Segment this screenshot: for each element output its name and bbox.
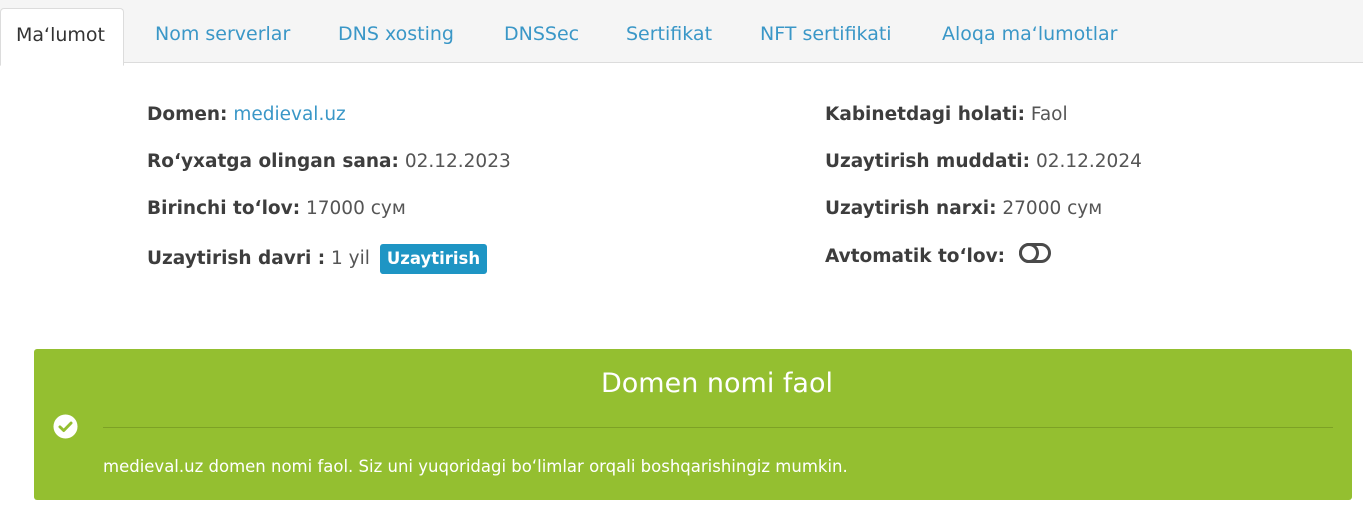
status-value: Faol <box>1030 104 1068 125</box>
renew-term-row: Uzaytirish muddati: 02.12.2024 <box>825 150 1142 174</box>
domain-label: Domen: <box>147 104 228 125</box>
first-payment-value: 17000 сум <box>305 198 406 219</box>
tab-nom-serverlar[interactable]: Nom serverlar <box>155 0 290 63</box>
tab-malumot[interactable]: Maʻlumot <box>0 8 124 66</box>
first-payment-label: Birinchi toʻlov: <box>147 198 301 219</box>
renew-price-row: Uzaytirish narxi: 27000 сум <box>825 197 1102 221</box>
tab-bar: Maʻlumot Nom serverlar DNS xosting DNSSe… <box>0 0 1363 66</box>
first-payment-row: Birinchi toʻlov: 17000 сум <box>147 197 406 221</box>
tab-aloqa-malumotlar[interactable]: Aloqa maʻlumotlar <box>942 0 1117 63</box>
alert-divider <box>103 427 1333 428</box>
domain-row: Domen: medieval.uz <box>147 103 346 127</box>
registered-date-label: Roʻyxatga olingan sana: <box>147 151 399 172</box>
status-label: Kabinetdagi holati: <box>825 104 1026 125</box>
tab-dns-xosting[interactable]: DNS xosting <box>338 0 454 63</box>
status-row: Kabinetdagi holati: Faol <box>825 103 1068 127</box>
tab-nft-sertifikati[interactable]: NFT sertifikati <box>760 0 892 63</box>
renew-term-value: 02.12.2024 <box>1035 151 1142 172</box>
tab-sertifikat[interactable]: Sertifikat <box>626 0 712 63</box>
renew-period-value: 1 yil <box>331 248 370 269</box>
auto-payment-label: Avtomatik toʻlov: <box>825 246 1006 267</box>
registered-date-value: 02.12.2023 <box>404 151 511 172</box>
domain-link[interactable]: medieval.uz <box>233 104 345 125</box>
registered-date-row: Roʻyxatga olingan sana: 02.12.2023 <box>147 150 511 174</box>
renew-period-row: Uzaytirish davri : 1 yil Uzaytirish <box>147 244 488 274</box>
renew-price-value: 27000 сум <box>1002 198 1103 219</box>
renew-period-label: Uzaytirish davri : <box>147 248 326 269</box>
check-circle-icon <box>53 414 78 439</box>
renew-term-label: Uzaytirish muddati: <box>825 151 1031 172</box>
tab-dnssec[interactable]: DNSSec <box>504 0 579 63</box>
renew-button[interactable]: Uzaytirish <box>379 244 488 274</box>
toggle-knob <box>1018 243 1039 263</box>
alert-message: medieval.uz domen nomi faol. Siz uni yuq… <box>103 457 848 476</box>
auto-payment-row: Avtomatik toʻlov: <box>825 243 1051 269</box>
auto-payment-toggle[interactable] <box>1018 243 1051 263</box>
alert-title: Domen nomi faol <box>600 368 833 399</box>
domain-active-alert: Domen nomi faol medieval.uz domen nomi f… <box>34 349 1352 500</box>
renew-price-label: Uzaytirish narxi: <box>825 198 997 219</box>
